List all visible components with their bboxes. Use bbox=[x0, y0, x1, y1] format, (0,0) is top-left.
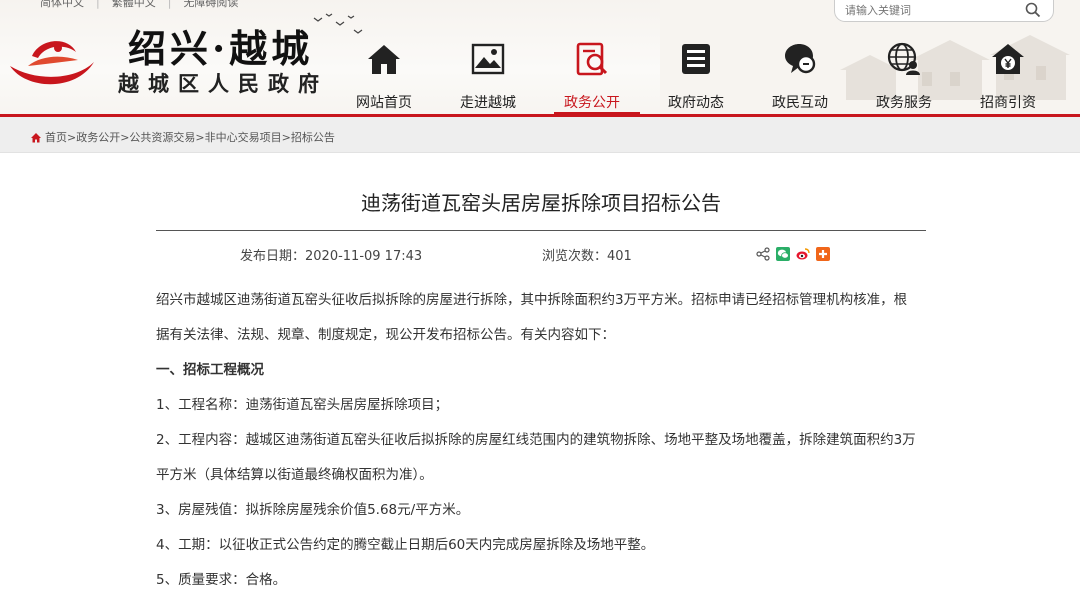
nav-gov-affairs[interactable]: 政务公开 bbox=[540, 36, 644, 117]
news-icon bbox=[682, 44, 710, 74]
paragraph: 3、房屋残值：拟拆除房屋残余价值5.68元/平方米。 bbox=[156, 502, 470, 518]
nav-about[interactable]: 走进越城 bbox=[436, 36, 540, 117]
paragraph: 2、工程内容：越城区迪荡街道瓦窑头征收后拟拆除的房屋红线范围内的建筑物拆除、场地… bbox=[156, 432, 916, 448]
nav-services[interactable]: 政务服务 bbox=[852, 36, 956, 117]
breadcrumb: 首页>政务公开>公共资源交易>非中心交易项目>招标公告 bbox=[30, 129, 335, 145]
title-divider bbox=[156, 230, 926, 231]
home-icon bbox=[31, 132, 41, 142]
nav-home[interactable]: 网站首页 bbox=[332, 36, 436, 117]
nav-interaction[interactable]: 政民互动 bbox=[748, 36, 852, 117]
nav-label: 招商引资 bbox=[980, 95, 1036, 111]
paragraph: 据有关法律、法规、规章、制度规定，现公开发布招标公告。有关内容如下： bbox=[156, 327, 615, 343]
search-box bbox=[834, 0, 1054, 22]
logo-subtitle: 越城区人民政府 bbox=[118, 71, 328, 96]
nav-label: 走进越城 bbox=[460, 95, 516, 111]
main-nav: 网站首页 走进越城 政务公开 政府动态 政民互动 政务服务 招商引资 bbox=[332, 36, 1080, 117]
breadcrumb-bar: 首页>政务公开>公共资源交易>非中心交易项目>招标公告 bbox=[0, 117, 1080, 153]
nav-investment[interactable]: 招商引资 bbox=[956, 36, 1060, 117]
wechat-icon[interactable] bbox=[776, 247, 790, 261]
paragraph: 5、质量要求：合格。 bbox=[156, 572, 287, 588]
share-bar bbox=[756, 247, 830, 261]
paragraph: 4、工期：以征收正式公告约定的腾空截止日期后60天内完成房屋拆除及场地平整。 bbox=[156, 537, 655, 553]
paragraph: 绍兴市越城区迪荡街道瓦窑头征收后拟拆除的房屋进行拆除，其中拆除面积约3万平方米。… bbox=[156, 292, 908, 308]
nav-label: 政府动态 bbox=[668, 95, 724, 111]
search-input[interactable] bbox=[845, 0, 1015, 20]
site-header: 简体中文|繁體中文|无障碍阅读 绍兴·越城 越城区人民政府 网站首页 bbox=[0, 0, 1080, 117]
view-count: 浏览次数：401 bbox=[542, 249, 632, 264]
globe-user-icon bbox=[887, 42, 920, 75]
weibo-icon[interactable] bbox=[796, 247, 810, 261]
paragraph: 平方米（具体结算以街道最终确权面积为准）。 bbox=[156, 467, 433, 483]
breadcrumb-text[interactable]: 首页>政务公开>公共资源交易>非中心交易项目>招标公告 bbox=[45, 129, 335, 145]
chat-icon bbox=[785, 44, 816, 74]
logo-title[interactable]: 绍兴·越城 bbox=[128, 18, 313, 73]
home-icon bbox=[368, 45, 400, 74]
more-share-icon[interactable] bbox=[816, 247, 830, 261]
nav-gov-news[interactable]: 政府动态 bbox=[644, 36, 748, 117]
document-search-icon bbox=[576, 42, 608, 76]
search-icon[interactable] bbox=[1025, 2, 1041, 18]
picture-icon bbox=[471, 43, 505, 75]
link-traditional[interactable]: 繁體中文 bbox=[112, 0, 156, 9]
link-accessibility[interactable]: 无障碍阅读 bbox=[183, 0, 238, 9]
nav-label: 政务服务 bbox=[876, 95, 932, 111]
nav-label: 政务公开 bbox=[564, 95, 620, 111]
article-title: 迪荡街道瓦窑头居房屋拆除项目招标公告 bbox=[361, 191, 721, 215]
nav-label: 政民互动 bbox=[772, 95, 828, 111]
publish-date: 发布日期：2020-11-09 17:43 bbox=[240, 249, 423, 264]
section-heading: 一、招标工程概况 bbox=[156, 362, 264, 378]
paragraph: 1、工程名称：迪荡街道瓦窑头居房屋拆除项目； bbox=[156, 397, 449, 413]
top-links: 简体中文 | 繁體中文 | 无障碍阅读 bbox=[40, 0, 238, 10]
logo-emblem-icon[interactable] bbox=[6, 26, 98, 90]
share-icon[interactable] bbox=[756, 247, 770, 261]
yen-house-icon bbox=[992, 44, 1024, 74]
nav-label: 网站首页 bbox=[356, 95, 412, 111]
link-simplified[interactable]: 简体中文 bbox=[40, 0, 84, 9]
